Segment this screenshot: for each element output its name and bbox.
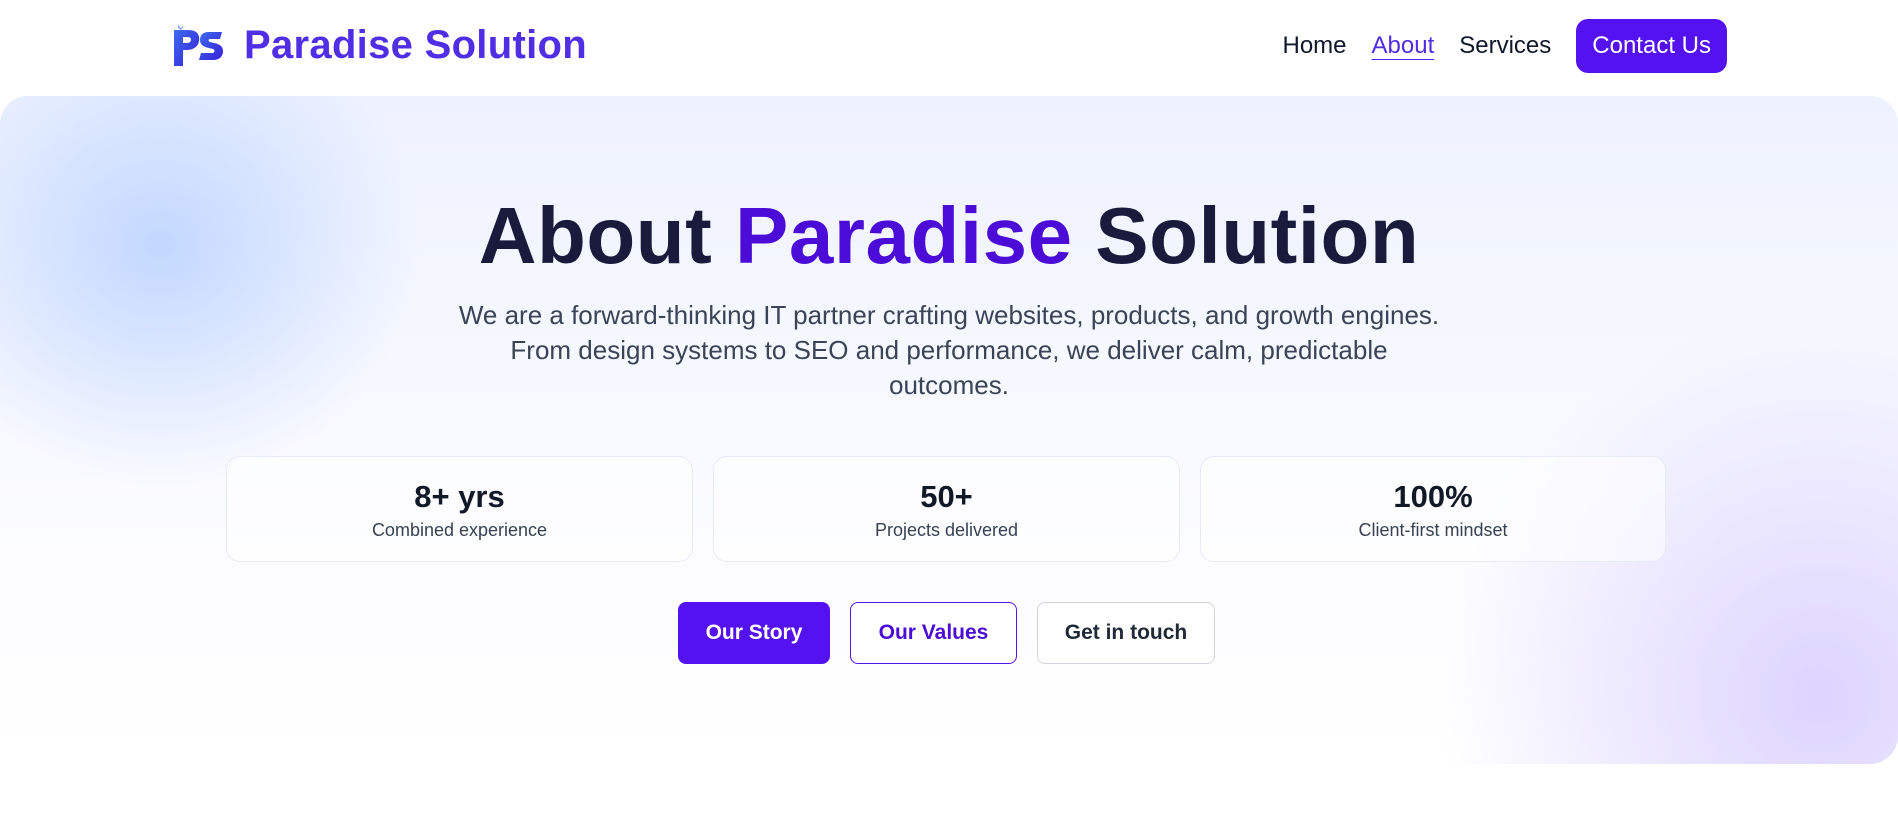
contact-us-button[interactable]: Contact Us [1576, 19, 1727, 73]
title-part-1: About [478, 191, 736, 280]
stats-row: 8+ yrs Combined experience 50+ Projects … [226, 456, 1666, 562]
stat-label: Client-first mindset [1358, 520, 1508, 540]
brand[interactable]: Paradise Solution [172, 22, 587, 68]
page-title: About Paradise Solution [0, 188, 1898, 284]
nav-services[interactable]: Services [1459, 20, 1551, 72]
hero-subtitle: We are a forward-thinking IT partner cra… [458, 300, 1440, 400]
stat-label: Combined experience [371, 520, 548, 540]
nav-home[interactable]: Home [1283, 20, 1347, 72]
brand-name: Paradise Solution [244, 23, 587, 67]
main-nav: Home About Services Contact Us [1283, 19, 1727, 73]
our-values-button[interactable]: Our Values [850, 602, 1017, 664]
stat-card-experience: 8+ yrs Combined experience [226, 456, 693, 562]
stat-label: Projects delivered [874, 520, 1019, 540]
stat-value: 8+ yrs [414, 479, 505, 514]
stat-card-mindset: 100% Client-first mindset [1200, 456, 1666, 562]
stat-card-projects: 50+ Projects delivered [713, 456, 1180, 562]
nav-about[interactable]: About [1372, 20, 1435, 72]
about-hero: About Paradise Solution We are a forward… [0, 96, 1898, 764]
stat-value: 50+ [920, 479, 973, 514]
ps-logo-icon [174, 24, 223, 66]
title-part-2: Solution [1072, 191, 1420, 280]
our-story-button[interactable]: Our Story [678, 602, 830, 664]
stat-value: 100% [1393, 479, 1473, 514]
title-accent: Paradise [735, 191, 1073, 280]
site-header: Paradise Solution Home About Services Co… [0, 0, 1898, 96]
hero-actions: Our Story Our Values Get in touch [678, 602, 1215, 664]
get-in-touch-button[interactable]: Get in touch [1037, 602, 1215, 664]
